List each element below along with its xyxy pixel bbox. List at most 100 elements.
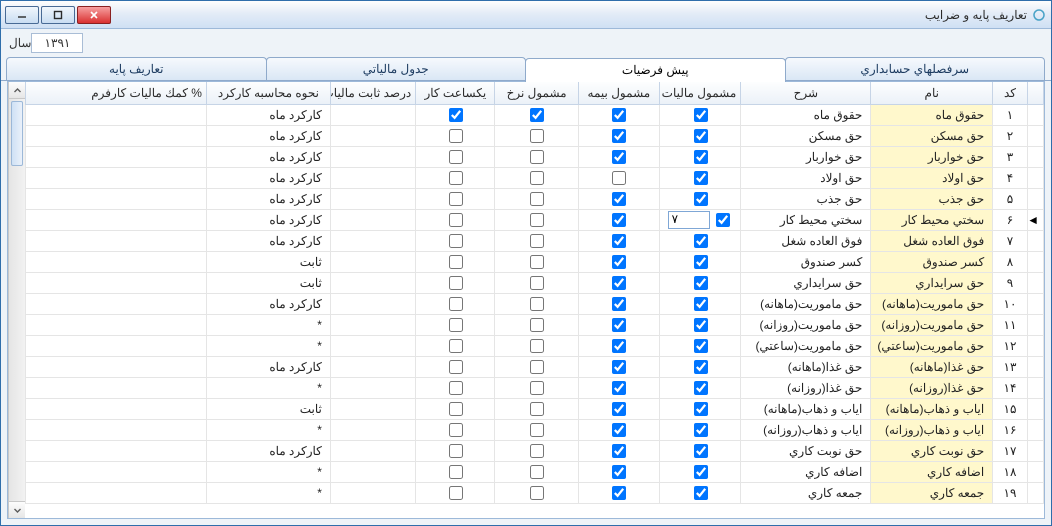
cell-kmk[interactable]	[26, 209, 207, 230]
cell-calc[interactable]: *	[206, 461, 330, 482]
tax-checkbox[interactable]	[694, 402, 708, 416]
hour-checkbox[interactable]	[449, 465, 463, 479]
cell-calc[interactable]: *	[206, 335, 330, 356]
cell-tax[interactable]	[660, 272, 741, 293]
tax-checkbox[interactable]	[694, 192, 708, 206]
tax-checkbox[interactable]	[694, 381, 708, 395]
cell-kmk[interactable]	[26, 272, 207, 293]
cell-ins[interactable]	[578, 356, 659, 377]
table-row[interactable]: ۴حق اولادحق اولادكاركرد ماه	[26, 167, 1044, 188]
cell-rate[interactable]	[495, 188, 578, 209]
cell-ins[interactable]	[578, 146, 659, 167]
tax-checkbox[interactable]	[694, 360, 708, 374]
cell-hour[interactable]	[416, 104, 495, 125]
cell-calc[interactable]: *	[206, 377, 330, 398]
rate-checkbox[interactable]	[530, 360, 544, 374]
tab-2[interactable]: پيش فرضيات	[525, 58, 786, 82]
cell-name[interactable]: حق سرايداري	[871, 272, 993, 293]
cell-name[interactable]: اياب و ذهاب(روزانه)	[871, 419, 993, 440]
cell-ins[interactable]	[578, 398, 659, 419]
scroll-track[interactable]	[9, 99, 25, 501]
table-row[interactable]: ١حقوق ماهحقوق ماهكاركرد ماه	[26, 104, 1044, 125]
table-row[interactable]: ١۵اياب و ذهاب(ماهانه)اياب و ذهاب(ماهانه)…	[26, 398, 1044, 419]
cell-hour[interactable]	[416, 188, 495, 209]
cell-kmk[interactable]	[26, 440, 207, 461]
cell-tax[interactable]	[660, 440, 741, 461]
tab-1[interactable]: جدول مالياتي	[266, 57, 527, 80]
insurance-checkbox[interactable]	[612, 171, 626, 185]
cell-calc[interactable]: ثابت	[206, 272, 330, 293]
hour-checkbox[interactable]	[449, 444, 463, 458]
insurance-checkbox[interactable]	[612, 150, 626, 164]
cell-tax[interactable]	[660, 335, 741, 356]
table-row[interactable]: ◄۶سختي محيط كارسختي محيط كاركاركرد ماه	[26, 209, 1044, 230]
cell-name[interactable]: حق اولاد	[871, 167, 993, 188]
hour-checkbox[interactable]	[449, 276, 463, 290]
insurance-checkbox[interactable]	[612, 108, 626, 122]
cell-hour[interactable]	[416, 314, 495, 335]
scroll-thumb[interactable]	[11, 101, 23, 166]
cell-rate[interactable]	[495, 482, 578, 503]
cell-rate[interactable]	[495, 440, 578, 461]
tax-checkbox[interactable]	[694, 108, 708, 122]
cell-name[interactable]: حق غذا(روزانه)	[871, 377, 993, 398]
cell-pct[interactable]	[330, 272, 415, 293]
cell-desc[interactable]: حق ماموريت(ساعتي)	[741, 335, 871, 356]
cell-hour[interactable]	[416, 335, 495, 356]
cell-kmk[interactable]	[26, 377, 207, 398]
cell-pct[interactable]	[330, 188, 415, 209]
rate-checkbox[interactable]	[530, 486, 544, 500]
cell-ins[interactable]	[578, 335, 659, 356]
cell-rate[interactable]	[495, 209, 578, 230]
cell-desc[interactable]: حقوق ماه	[741, 104, 871, 125]
cell-ins[interactable]	[578, 125, 659, 146]
insurance-checkbox[interactable]	[612, 276, 626, 290]
cell-pct[interactable]	[330, 125, 415, 146]
cell-kmk[interactable]	[26, 230, 207, 251]
cell-ins[interactable]	[578, 293, 659, 314]
table-row[interactable]: ٣حق خواربارحق خوارباركاركرد ماه	[26, 146, 1044, 167]
cell-hour[interactable]	[416, 209, 495, 230]
cell-tax[interactable]	[660, 146, 741, 167]
cell-calc[interactable]: كاركرد ماه	[206, 356, 330, 377]
cell-kmk[interactable]	[26, 335, 207, 356]
cell-kmk[interactable]	[26, 125, 207, 146]
scroll-up-arrow[interactable]	[9, 82, 25, 99]
insurance-checkbox[interactable]	[612, 318, 626, 332]
cell-rate[interactable]	[495, 272, 578, 293]
cell-name[interactable]: حق ماموريت(ماهانه)	[871, 293, 993, 314]
cell-ins[interactable]	[578, 377, 659, 398]
cell-ins[interactable]	[578, 461, 659, 482]
cell-hour[interactable]	[416, 230, 495, 251]
insurance-checkbox[interactable]	[612, 465, 626, 479]
cell-rate[interactable]	[495, 461, 578, 482]
rate-checkbox[interactable]	[530, 234, 544, 248]
table-row[interactable]: ٩حق سرايداريحق سرايداريثابت	[26, 272, 1044, 293]
insurance-checkbox[interactable]	[612, 486, 626, 500]
rate-checkbox[interactable]	[530, 108, 544, 122]
col-hour[interactable]: يكساعت كار	[416, 82, 495, 104]
tab-0[interactable]: تعاريف پايه	[6, 57, 267, 80]
cell-kmk[interactable]	[26, 188, 207, 209]
cell-rate[interactable]	[495, 230, 578, 251]
cell-desc[interactable]: سختي محيط كار	[741, 209, 871, 230]
data-grid[interactable]: كد نام شرح مشمول ماليات مشمول بيمه مشمول…	[25, 82, 1044, 518]
hour-checkbox[interactable]	[449, 213, 463, 227]
tax-checkbox[interactable]	[694, 486, 708, 500]
cell-tax[interactable]	[660, 293, 741, 314]
cell-rate[interactable]	[495, 125, 578, 146]
cell-hour[interactable]	[416, 167, 495, 188]
hour-checkbox[interactable]	[449, 339, 463, 353]
cell-calc[interactable]: ثابت	[206, 398, 330, 419]
hour-checkbox[interactable]	[449, 381, 463, 395]
cell-kmk[interactable]	[26, 482, 207, 503]
insurance-checkbox[interactable]	[612, 360, 626, 374]
cell-tax[interactable]	[660, 356, 741, 377]
col-desc[interactable]: شرح	[741, 82, 871, 104]
cell-tax[interactable]	[660, 209, 741, 230]
cell-desc[interactable]: حق ماموريت(ماهانه)	[741, 293, 871, 314]
cell-calc[interactable]: كاركرد ماه	[206, 104, 330, 125]
cell-calc[interactable]: ثابت	[206, 251, 330, 272]
cell-ins[interactable]	[578, 272, 659, 293]
cell-rate[interactable]	[495, 314, 578, 335]
